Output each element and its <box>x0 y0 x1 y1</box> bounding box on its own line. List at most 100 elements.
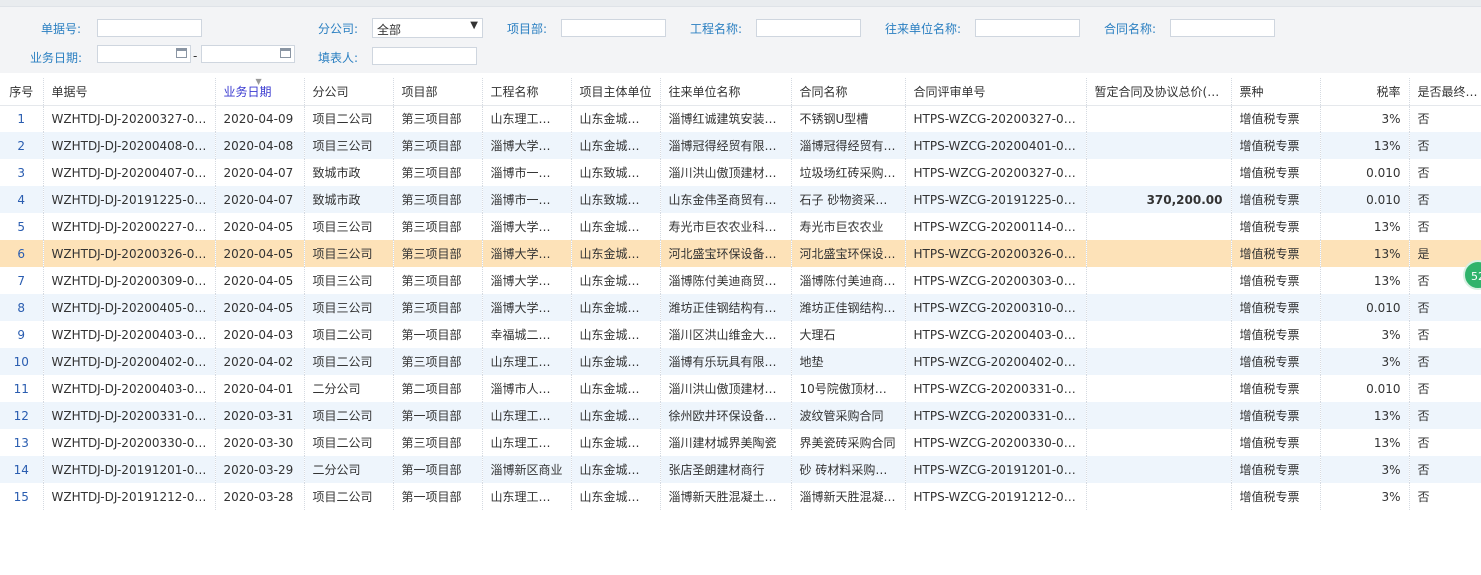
table-cell: 地垫 <box>791 348 906 375</box>
table-cell: WZHTDJ-DJ-20200407-001 <box>43 159 216 186</box>
project-dept-input[interactable] <box>561 19 666 37</box>
column-header[interactable]: 单据号 <box>43 78 216 106</box>
table-cell <box>1086 429 1232 456</box>
row-index-cell: 5 <box>0 213 44 240</box>
column-header-sorted[interactable]: ▼ 业务日期 <box>215 78 305 106</box>
table-cell: 2020-04-03 <box>215 321 305 348</box>
table-cell: 第三项目部 <box>393 267 483 294</box>
calendar-icon[interactable] <box>176 48 187 58</box>
table-cell: 增值税专票 <box>1231 429 1321 456</box>
table-row[interactable]: 14 WZHTDJ-DJ-20191201-014 2020-03-29 二分公司 第一… <box>0 456 1481 483</box>
column-header[interactable]: 合同评审单号 <box>905 78 1087 106</box>
column-header[interactable]: 是否最终结算 <box>1409 78 1481 106</box>
table-row[interactable]: 1 WZHTDJ-DJ-20200327-004 2020-04-09 项目二公司 第三… <box>0 105 1481 132</box>
table-cell: 2020-03-29 <box>215 456 305 483</box>
table-cell: 0.010 <box>1320 375 1410 402</box>
table-cell: WZHTDJ-DJ-20200227-002 <box>43 213 216 240</box>
table-row[interactable]: 12 WZHTDJ-DJ-20200331-002 2020-03-31 项目二公司第… <box>0 402 1481 429</box>
biz-date-to-input[interactable] <box>201 45 295 63</box>
table-row[interactable]: 5 WZHTDJ-DJ-20200227-002 2020-04-05 项目三公司 第三… <box>0 213 1481 240</box>
doc-no-input[interactable] <box>97 19 202 37</box>
table-row[interactable]: 4 WZHTDJ-DJ-20191225-002 2020-04-07 致城市政 第三项… <box>0 186 1481 213</box>
calendar-icon[interactable] <box>280 48 291 58</box>
column-header[interactable]: 税率 <box>1320 78 1410 106</box>
table-row[interactable]: 13 WZHTDJ-DJ-20200330-001 2020-03-30 项目二公司第… <box>0 429 1481 456</box>
table-cell: 山东金城建设有限公司 <box>571 294 661 321</box>
table-cell: 3% <box>1320 348 1410 375</box>
table-cell: 第三项目部 <box>393 186 483 213</box>
table-cell: 界美瓷砖采购合同 <box>791 429 906 456</box>
column-header[interactable]: 票种 <box>1231 78 1321 106</box>
table-row[interactable]: 2 WZHTDJ-DJ-20200408-001 2020-04-08 项目三公司 第三… <box>0 132 1481 159</box>
table-cell: 淄川洪山傲顶建材有限公司 <box>660 375 792 402</box>
table-cell: 增值税专票 <box>1231 375 1321 402</box>
column-header[interactable]: 暂定合同及协议总价(元) <box>1086 78 1232 106</box>
column-header[interactable]: 分公司 <box>304 78 394 106</box>
table-cell: 第一项目部 <box>393 483 483 510</box>
project-name-input[interactable] <box>756 19 861 37</box>
table-cell: 增值税专票 <box>1231 159 1321 186</box>
table-row[interactable]: 6 WZHTDJ-DJ-20200326-012 2020-04-05 项目三公司 第三… <box>0 240 1481 267</box>
column-header[interactable]: 合同名称 <box>791 78 906 106</box>
table-cell: 淄博市一般公路 <box>482 186 572 213</box>
table-cell: 寿光市巨农农业 <box>791 213 906 240</box>
column-header[interactable]: 项目部 <box>393 78 483 106</box>
table-cell: WZHTDJ-DJ-20200402-002 <box>43 348 216 375</box>
column-header[interactable]: 工程名称 <box>482 78 572 106</box>
table-cell: WZHTDJ-DJ-20200309-007 <box>43 267 216 294</box>
table-cell: 2020-04-07 <box>215 159 305 186</box>
table-cell: 淄博大学城园区 <box>482 240 572 267</box>
table-cell: 淄博大学城园区 <box>482 294 572 321</box>
table-cell: 项目二公司 <box>304 348 394 375</box>
table-row[interactable]: 7 WZHTDJ-DJ-20200309-007 2020-04-05 项目三公司 第三… <box>0 267 1481 294</box>
table-cell: WZHTDJ-DJ-20200326-012 <box>43 240 216 267</box>
table-row[interactable]: 10 WZHTDJ-DJ-20200402-002 2020-04-02 项目二公司第… <box>0 348 1481 375</box>
date-range-separator: - <box>193 49 198 63</box>
table-cell: 2020-04-05 <box>215 294 305 321</box>
filler-label: 填表人: <box>318 51 359 65</box>
table-cell: 项目三公司 <box>304 213 394 240</box>
table-cell: 淄博新天胜混凝土合同 <box>791 483 906 510</box>
partner-input[interactable] <box>975 19 1080 37</box>
table-cell: 增值税专票 <box>1231 294 1321 321</box>
table-cell <box>1086 294 1232 321</box>
table-cell <box>1086 375 1232 402</box>
table-row[interactable]: 11 WZHTDJ-DJ-20200403-001 2020-04-01 二分公司 第二… <box>0 375 1481 402</box>
table-cell: 370,200.00 <box>1086 186 1232 213</box>
table-cell: HTPS-WZCG-20200403-002 <box>905 321 1087 348</box>
sort-icon: ▼ <box>255 78 262 86</box>
column-header[interactable]: 项目主体单位 <box>571 78 661 106</box>
table-cell: 第三项目部 <box>393 159 483 186</box>
table-cell: 不锈钢U型槽 <box>791 105 906 132</box>
table-row[interactable]: 8 WZHTDJ-DJ-20200405-001 2020-04-05 项目三公司 第三… <box>0 294 1481 321</box>
table-cell: 淄博新区商业 <box>482 456 572 483</box>
table-cell: 山东致城市政工程有限公司 <box>571 186 661 213</box>
table-cell: 项目三公司 <box>304 240 394 267</box>
table-row[interactable]: 9 WZHTDJ-DJ-20200403-002 2020-04-03 项目二公司 第一… <box>0 321 1481 348</box>
table-cell: HTPS-WZCG-20200310-005 <box>905 294 1087 321</box>
table-cell: 否 <box>1409 159 1481 186</box>
table-cell: WZHTDJ-DJ-20191201-014 <box>43 456 216 483</box>
column-header[interactable]: 往来单位名称 <box>660 78 792 106</box>
row-index-cell: 4 <box>0 186 44 213</box>
table-cell: 第三项目部 <box>393 240 483 267</box>
filler-input[interactable] <box>372 47 477 65</box>
table-row[interactable]: 3 WZHTDJ-DJ-20200407-001 2020-04-07 致城市政 第三项… <box>0 159 1481 186</box>
table-cell: 淄博冠得经贸有限公司 <box>660 132 792 159</box>
table-cell <box>1086 402 1232 429</box>
table-cell: 13% <box>1320 213 1410 240</box>
table-cell: 否 <box>1409 294 1481 321</box>
branch-select[interactable]: 全部 ▼ <box>372 18 483 38</box>
biz-date-from-input[interactable] <box>97 45 191 63</box>
column-header-label: 业务日期 <box>223 84 272 99</box>
table-cell: 否 <box>1409 456 1481 483</box>
table-cell: 项目二公司 <box>304 429 394 456</box>
column-header[interactable]: 序号 <box>0 78 44 106</box>
table-cell: 项目三公司 <box>304 267 394 294</box>
table-cell: HTPS-WZCG-20200303-001 <box>905 267 1087 294</box>
table-cell: 山东金城建设有限公司 <box>571 132 661 159</box>
contract-input[interactable] <box>1170 19 1275 37</box>
table-cell: 淄博红诚建筑安装工程有限公司 <box>660 105 792 132</box>
table-cell: 2020-04-05 <box>215 240 305 267</box>
table-row[interactable]: 15 WZHTDJ-DJ-20191212-001 2020-03-28 项目二公司第… <box>0 483 1481 510</box>
